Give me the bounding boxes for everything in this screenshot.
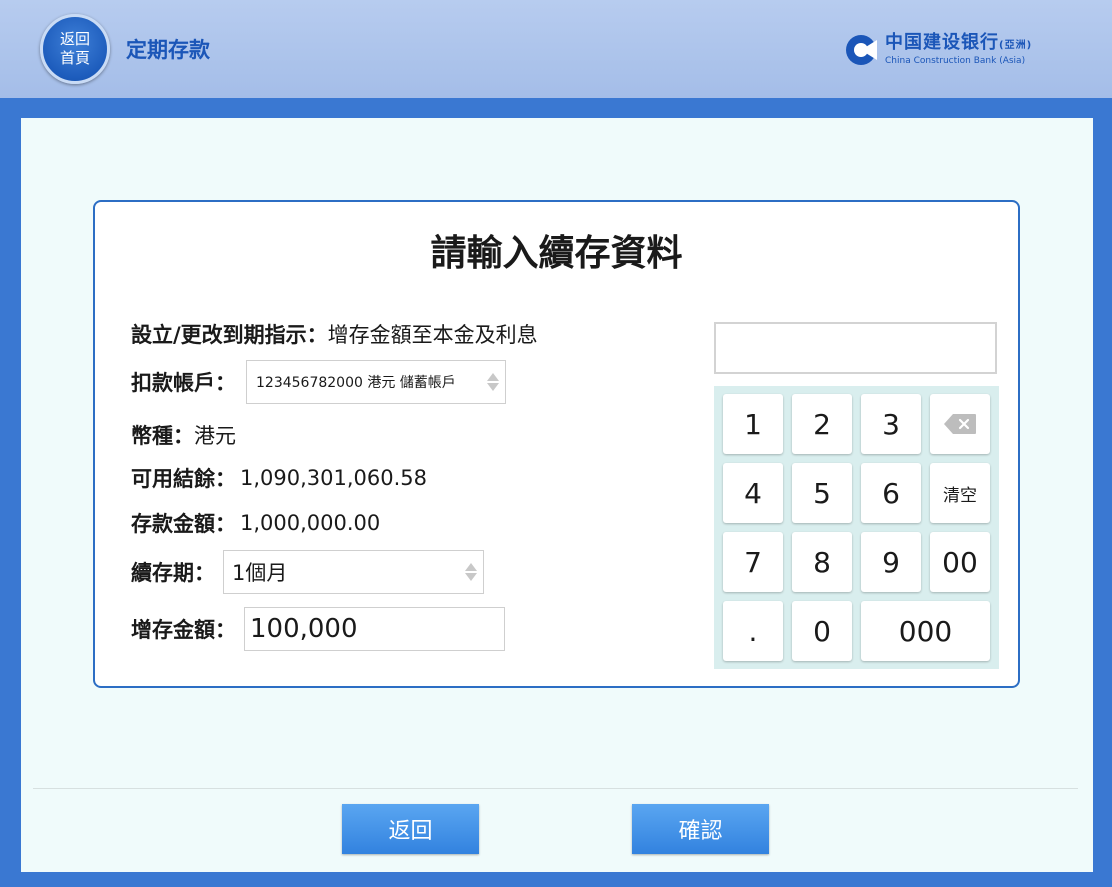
keypad-display[interactable] <box>714 322 997 374</box>
account-select-value: 123456782000 港元 儲蓄帳戶 <box>256 375 456 391</box>
account-label: 扣款帳戶： <box>131 371 236 395</box>
balance-label: 可用結餘： <box>131 467 236 491</box>
page-title: 定期存款 <box>126 38 210 62</box>
term-row: 續存期： 1個月 <box>131 550 484 594</box>
key-9[interactable]: 9 <box>861 532 921 592</box>
currency-value: 港元 <box>194 424 236 448</box>
select-arrows-icon <box>487 373 499 391</box>
key-1[interactable]: 1 <box>723 394 783 454</box>
add-amount-value: 100,000 <box>250 614 358 644</box>
account-select[interactable]: 123456782000 港元 儲蓄帳戶 <box>246 360 506 404</box>
term-select-value: 1個月 <box>232 561 288 585</box>
key-2[interactable]: 2 <box>792 394 852 454</box>
logo-chinese-name: 中国建设银行 <box>885 32 999 53</box>
footer-divider <box>33 788 1078 789</box>
main-content: 請輸入續存資料 設立/更改到期指示： 增存金額至本金及利息 扣款帳戶： 1234… <box>21 118 1093 872</box>
bank-logo: 中国建设银行(亞洲) China Construction Bank (Asia… <box>845 32 1032 68</box>
instruction-label: 設立/更改到期指示： <box>131 323 328 347</box>
logo-english-name: China Construction Bank (Asia) <box>885 56 1026 66</box>
header-bar: 返回 首頁 定期存款 中国建设银行(亞洲) China Construction… <box>0 0 1112 98</box>
add-amount-row: 增存金額： 100,000 <box>131 607 505 651</box>
key-3[interactable]: 3 <box>861 394 921 454</box>
home-button-line1: 返回 <box>59 30 90 48</box>
renewal-form-card: 請輸入續存資料 設立/更改到期指示： 增存金額至本金及利息 扣款帳戶： 1234… <box>93 200 1020 688</box>
logo-chinese-suffix: (亞洲) <box>999 40 1033 51</box>
currency-label: 幣種： <box>131 424 194 448</box>
instruction-value: 增存金額至本金及利息 <box>327 323 538 347</box>
key-5[interactable]: 5 <box>792 463 852 523</box>
key-8[interactable]: 8 <box>792 532 852 592</box>
add-amount-label: 增存金額： <box>131 618 236 642</box>
backspace-icon <box>944 414 976 434</box>
key-7[interactable]: 7 <box>723 532 783 592</box>
deposit-label: 存款金額： <box>131 512 236 536</box>
deposit-value: 1,000,000.00 <box>240 511 381 535</box>
back-button[interactable]: 返回 <box>342 804 479 854</box>
clear-button[interactable]: 清空 <box>930 463 990 523</box>
instruction-row: 設立/更改到期指示： 增存金額至本金及利息 <box>131 314 538 354</box>
term-select[interactable]: 1個月 <box>223 550 484 594</box>
key-6[interactable]: 6 <box>861 463 921 523</box>
select-arrows-icon <box>465 563 477 581</box>
account-row: 扣款帳戶： 123456782000 港元 儲蓄帳戶 <box>131 360 506 404</box>
currency-row: 幣種： 港元 <box>131 415 236 455</box>
balance-row: 可用結餘： 1,090,301,060.58 <box>131 458 427 498</box>
confirm-button[interactable]: 確認 <box>632 804 769 854</box>
home-button-line2: 首頁 <box>59 49 90 67</box>
add-amount-input[interactable]: 100,000 <box>244 607 505 651</box>
form-title: 請輸入續存資料 <box>430 233 683 274</box>
backspace-button[interactable] <box>930 394 990 454</box>
term-label: 續存期： <box>131 561 215 585</box>
key-decimal[interactable]: . <box>723 601 783 661</box>
home-button[interactable]: 返回 首頁 <box>40 14 110 84</box>
numeric-keypad: 1 2 3 4 5 6 清空 7 8 9 00 . 0 000 <box>714 386 999 669</box>
key-0[interactable]: 0 <box>792 601 852 661</box>
balance-value: 1,090,301,060.58 <box>240 466 428 490</box>
deposit-row: 存款金額： 1,000,000.00 <box>131 503 380 543</box>
key-00[interactable]: 00 <box>930 532 990 592</box>
key-4[interactable]: 4 <box>723 463 783 523</box>
ccb-logo-icon <box>846 35 877 65</box>
key-000[interactable]: 000 <box>861 601 990 661</box>
